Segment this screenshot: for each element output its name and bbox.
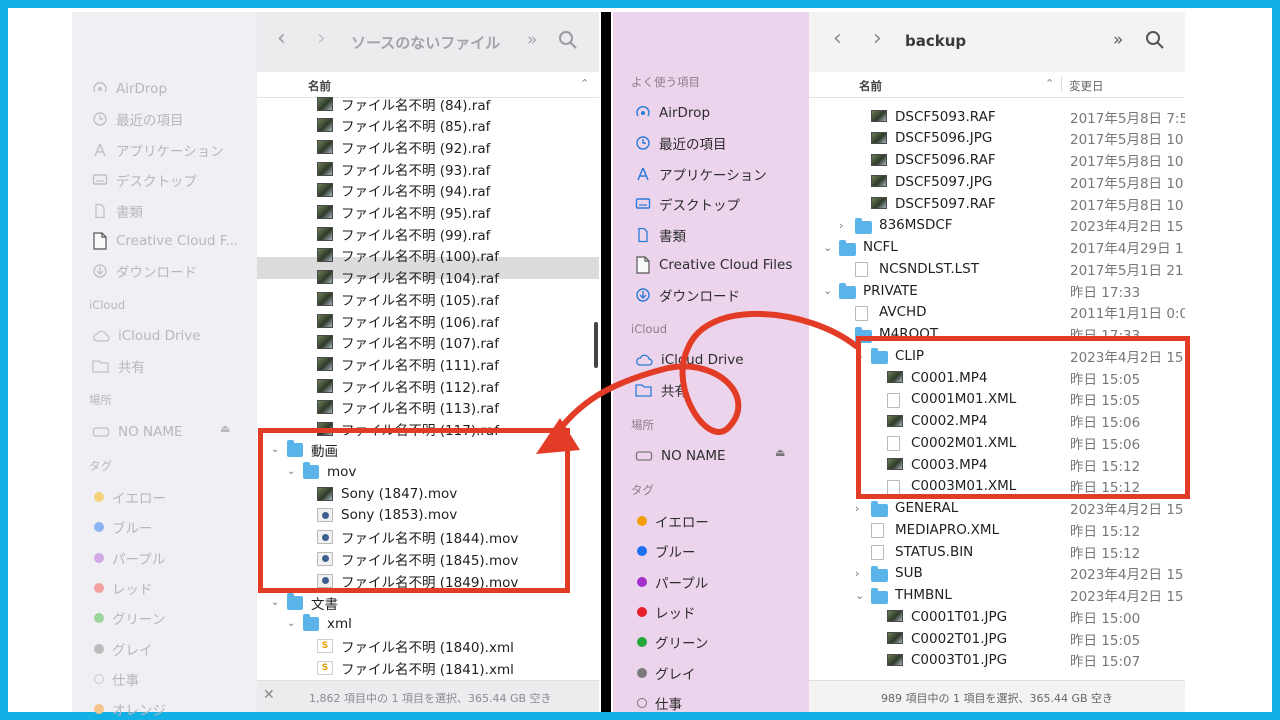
annotation-arrow — [536, 310, 859, 454]
screenshot-frame: AirDrop 最近の項目 アプリケーション デスクトップ 書類 Creative Clo… — [8, 8, 1272, 719]
